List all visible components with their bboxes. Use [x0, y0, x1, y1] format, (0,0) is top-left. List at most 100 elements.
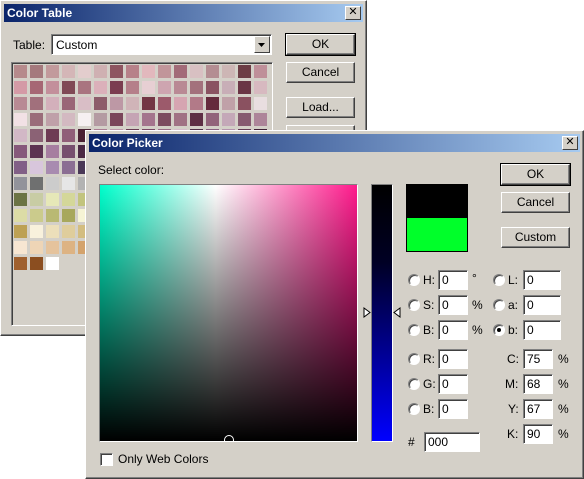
color-swatch[interactable] [126, 81, 139, 94]
color-swatch[interactable] [126, 65, 139, 78]
color-swatch[interactable] [30, 241, 43, 254]
color-swatch[interactable] [254, 81, 267, 94]
color-swatch[interactable] [94, 65, 107, 78]
color-swatch[interactable] [78, 113, 91, 126]
color-swatch[interactable] [190, 65, 203, 78]
color-swatch[interactable] [62, 145, 75, 158]
b-hsb-field[interactable]: 0 [438, 320, 468, 340]
color-swatch[interactable] [30, 257, 43, 270]
color-field-cursor[interactable] [224, 435, 234, 441]
color-swatch[interactable] [142, 65, 155, 78]
table-load-button[interactable]: Load... [286, 97, 355, 118]
m-field[interactable]: 68 [523, 374, 553, 394]
old-color-swatch[interactable] [407, 218, 467, 251]
color-swatch[interactable] [14, 81, 27, 94]
blue-slider[interactable] [371, 184, 393, 442]
picker-cancel-button[interactable]: Cancel [501, 192, 570, 213]
c-field[interactable]: 75 [523, 349, 553, 369]
s-field[interactable]: 0 [438, 295, 468, 315]
color-swatch[interactable] [14, 97, 27, 110]
color-swatch[interactable] [14, 129, 27, 142]
color-swatch[interactable] [206, 81, 219, 94]
color-swatch[interactable] [158, 81, 171, 94]
color-swatch[interactable] [94, 81, 107, 94]
table-select[interactable]: Custom [51, 34, 272, 55]
color-swatch[interactable] [46, 145, 59, 158]
color-swatch[interactable] [142, 97, 155, 110]
color-swatch[interactable] [62, 129, 75, 142]
color-swatch[interactable] [14, 145, 27, 158]
color-swatch[interactable] [30, 161, 43, 174]
color-swatch[interactable] [30, 145, 43, 158]
close-icon[interactable]: ✕ [562, 136, 578, 150]
color-swatch[interactable] [110, 113, 123, 126]
color-swatch[interactable] [30, 193, 43, 206]
color-swatch[interactable] [14, 161, 27, 174]
color-swatch[interactable] [222, 65, 235, 78]
color-swatch[interactable] [142, 113, 155, 126]
radio-s[interactable] [408, 299, 420, 311]
g-field[interactable]: 0 [438, 374, 468, 394]
color-swatch[interactable] [190, 97, 203, 110]
color-swatch[interactable] [46, 177, 59, 190]
radio-g[interactable] [408, 378, 420, 390]
color-swatch[interactable] [30, 81, 43, 94]
color-swatch[interactable] [46, 209, 59, 222]
color-swatch[interactable] [62, 177, 75, 190]
color-swatch[interactable] [174, 81, 187, 94]
slider-right-arrow-icon[interactable] [393, 307, 401, 318]
color-swatch[interactable] [30, 129, 43, 142]
radio-a[interactable] [493, 299, 505, 311]
color-swatch[interactable] [206, 65, 219, 78]
color-swatch[interactable] [78, 97, 91, 110]
radio-b-lab[interactable] [493, 324, 505, 336]
close-icon[interactable]: ✕ [345, 6, 361, 20]
color-swatch[interactable] [14, 209, 27, 222]
chevron-down-icon[interactable] [254, 36, 270, 53]
a-field[interactable]: 0 [523, 295, 561, 315]
color-swatch[interactable] [238, 97, 251, 110]
color-swatch[interactable] [222, 81, 235, 94]
color-swatch[interactable] [30, 177, 43, 190]
color-swatch[interactable] [30, 225, 43, 238]
color-swatch[interactable] [158, 97, 171, 110]
color-swatch[interactable] [174, 65, 187, 78]
color-swatch[interactable] [254, 113, 267, 126]
color-swatch[interactable] [174, 113, 187, 126]
color-swatch[interactable] [46, 81, 59, 94]
color-swatch[interactable] [30, 65, 43, 78]
radio-b-rgb[interactable] [408, 403, 420, 415]
color-swatch[interactable] [110, 65, 123, 78]
color-swatch[interactable] [14, 241, 27, 254]
color-swatch[interactable] [14, 225, 27, 238]
h-field[interactable]: 0 [438, 270, 468, 290]
color-swatch[interactable] [30, 113, 43, 126]
color-swatch[interactable] [206, 113, 219, 126]
y-field[interactable]: 67 [523, 399, 553, 419]
radio-l[interactable] [493, 274, 505, 286]
table-cancel-button[interactable]: Cancel [286, 62, 355, 83]
color-swatch[interactable] [62, 225, 75, 238]
color-swatch[interactable] [46, 113, 59, 126]
color-swatch[interactable] [110, 97, 123, 110]
radio-r[interactable] [408, 353, 420, 365]
r-field[interactable]: 0 [438, 349, 468, 369]
color-swatch[interactable] [62, 209, 75, 222]
color-swatch[interactable] [62, 241, 75, 254]
color-field[interactable] [99, 184, 358, 442]
color-swatch[interactable] [46, 225, 59, 238]
color-swatch[interactable] [14, 65, 27, 78]
color-swatch[interactable] [238, 65, 251, 78]
color-swatch[interactable] [238, 113, 251, 126]
color-table-titlebar[interactable]: Color Table ✕ [4, 4, 363, 22]
color-swatch[interactable] [46, 97, 59, 110]
color-swatch[interactable] [78, 81, 91, 94]
color-swatch[interactable] [78, 65, 91, 78]
color-swatch[interactable] [142, 81, 155, 94]
color-swatch[interactable] [62, 161, 75, 174]
color-swatch[interactable] [62, 65, 75, 78]
color-swatch[interactable] [190, 81, 203, 94]
color-swatch[interactable] [46, 161, 59, 174]
k-field[interactable]: 90 [523, 424, 553, 444]
color-swatch[interactable] [62, 81, 75, 94]
